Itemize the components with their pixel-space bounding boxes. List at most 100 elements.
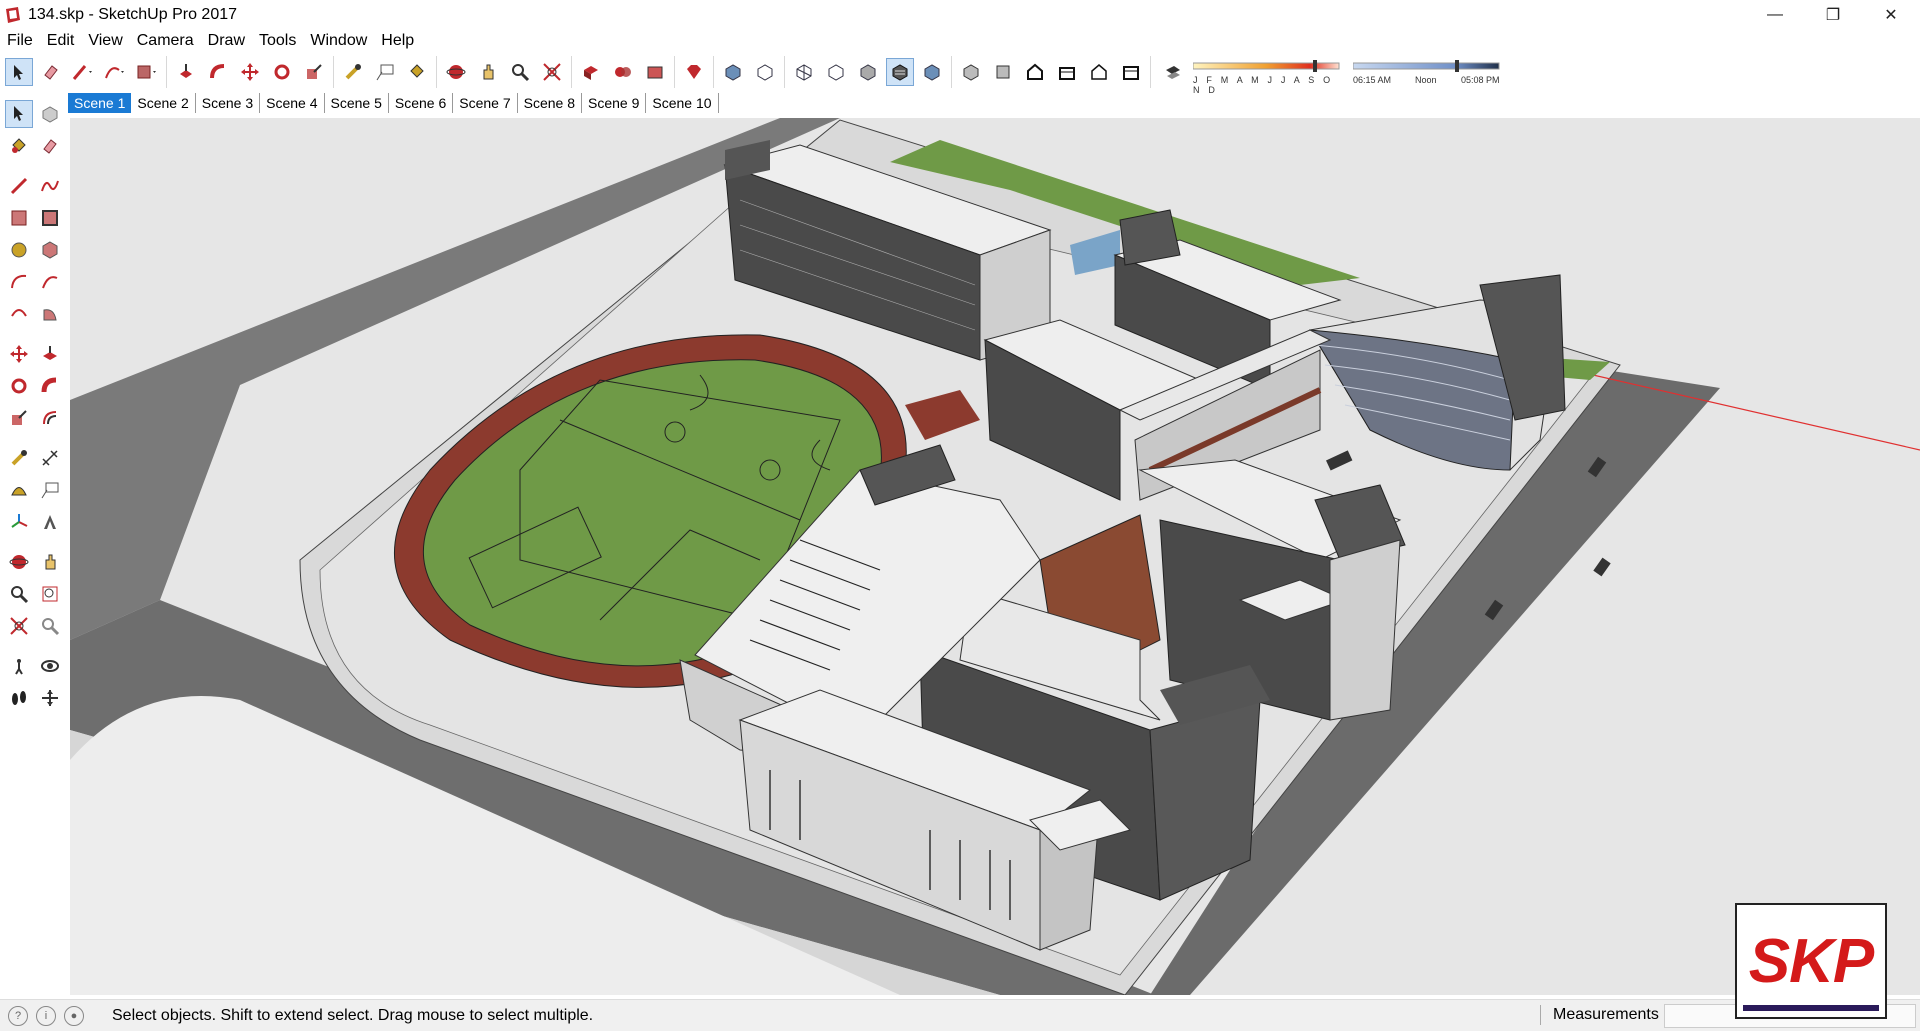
xray-style-icon[interactable] <box>719 58 747 86</box>
main-toolbar: J F M A M J J A S O N D 06:15 AM Noon 05… <box>0 54 1920 95</box>
shadows-toggle-icon[interactable] <box>1159 58 1187 86</box>
zoom-window-icon[interactable] <box>36 580 64 608</box>
pan-icon[interactable] <box>36 548 64 576</box>
restore-button[interactable]: ❐ <box>1804 0 1862 30</box>
line-icon[interactable] <box>5 172 33 200</box>
rectangle-tool-icon[interactable] <box>133 58 161 86</box>
section-plane-icon[interactable] <box>36 684 64 712</box>
freehand-icon[interactable] <box>36 172 64 200</box>
follow-me-icon[interactable] <box>36 372 64 400</box>
pie-icon[interactable] <box>36 300 64 328</box>
ruby-icon[interactable] <box>680 58 708 86</box>
select-tool-icon[interactable] <box>5 58 33 86</box>
look-around-icon[interactable] <box>36 652 64 680</box>
paint-bucket-icon[interactable] <box>5 132 33 160</box>
tab-scene-2[interactable]: Scene 2 <box>131 93 196 113</box>
components-icon[interactable] <box>609 58 637 86</box>
tab-scene-5[interactable]: Scene 5 <box>325 93 389 113</box>
protractor-icon[interactable] <box>5 476 33 504</box>
tab-scene-3[interactable]: Scene 3 <box>196 93 261 113</box>
wireframe-style-icon[interactable] <box>790 58 818 86</box>
follow-me-tool-icon[interactable] <box>204 58 232 86</box>
time-start-label: 06:15 AM <box>1353 75 1392 85</box>
zoom-extents-icon[interactable] <box>5 612 33 640</box>
move-icon[interactable] <box>5 340 33 368</box>
hidden-line-style-icon[interactable] <box>822 58 850 86</box>
arc-tool-icon[interactable] <box>101 58 129 86</box>
orbit-icon[interactable] <box>5 548 33 576</box>
select-tool-icon[interactable] <box>5 100 33 128</box>
tab-scene-9[interactable]: Scene 9 <box>582 93 647 113</box>
credits-icon[interactable]: i <box>36 1005 56 1026</box>
rotate-tool-icon[interactable] <box>268 58 296 86</box>
scale-tool-icon[interactable] <box>300 58 328 86</box>
polygon-icon[interactable] <box>36 236 64 264</box>
three-point-arc-icon[interactable] <box>5 300 33 328</box>
offset-icon[interactable] <box>36 404 64 432</box>
position-camera-icon[interactable] <box>5 652 33 680</box>
rectangle-icon[interactable] <box>5 204 33 232</box>
move-tool-icon[interactable] <box>236 58 264 86</box>
front-view-icon[interactable] <box>1021 58 1049 86</box>
back-view-icon[interactable] <box>1085 58 1113 86</box>
rotate-icon[interactable] <box>5 372 33 400</box>
tab-scene-10[interactable]: Scene 10 <box>646 93 719 113</box>
tab-scene-1[interactable]: Scene 1 <box>68 93 132 113</box>
menu-window[interactable]: Window <box>303 32 374 50</box>
eraser-tool-icon[interactable] <box>37 58 65 86</box>
model-viewport[interactable] <box>70 118 1920 995</box>
top-view-icon[interactable] <box>989 58 1017 86</box>
zoom-extents-tool-icon[interactable] <box>538 58 566 86</box>
minimize-button[interactable]: — <box>1746 0 1804 30</box>
tab-scene-4[interactable]: Scene 4 <box>260 93 325 113</box>
shadow-date-slider[interactable]: J F M A M J J A S O N D <box>1193 57 1343 95</box>
menu-file[interactable]: File <box>0 32 40 50</box>
shadow-time-slider[interactable]: 06:15 AM Noon 05:08 PM <box>1353 57 1503 87</box>
zoom-icon[interactable] <box>5 580 33 608</box>
zoom-tool-icon[interactable] <box>506 58 534 86</box>
extension-warehouse-icon[interactable] <box>641 58 669 86</box>
pan-tool-icon[interactable] <box>474 58 502 86</box>
rotated-rectangle-icon[interactable] <box>36 204 64 232</box>
paint-bucket-tool-icon[interactable] <box>403 58 431 86</box>
previous-view-icon[interactable] <box>36 612 64 640</box>
iso-view-icon[interactable] <box>957 58 985 86</box>
arc-icon[interactable] <box>5 268 33 296</box>
tab-scene-6[interactable]: Scene 6 <box>389 93 454 113</box>
dimension-icon[interactable] <box>36 444 64 472</box>
tab-scene-7[interactable]: Scene 7 <box>453 93 518 113</box>
text-icon[interactable] <box>36 476 64 504</box>
line-tool-icon[interactable] <box>69 58 97 86</box>
menu-help[interactable]: Help <box>374 32 421 50</box>
right-view-icon[interactable] <box>1053 58 1081 86</box>
push-pull-icon[interactable] <box>36 340 64 368</box>
push-pull-tool-icon[interactable] <box>172 58 200 86</box>
make-component-icon[interactable] <box>36 100 64 128</box>
menu-tools[interactable]: Tools <box>252 32 303 50</box>
tape-measure-tool-icon[interactable] <box>339 58 367 86</box>
shaded-style-icon[interactable] <box>854 58 882 86</box>
circle-icon[interactable] <box>5 236 33 264</box>
tab-scene-8[interactable]: Scene 8 <box>518 93 582 113</box>
eraser-icon[interactable] <box>36 132 64 160</box>
left-view-icon[interactable] <box>1117 58 1145 86</box>
backedges-style-icon[interactable] <box>751 58 779 86</box>
axes-icon[interactable] <box>5 508 33 536</box>
two-point-arc-icon[interactable] <box>36 268 64 296</box>
menu-edit[interactable]: Edit <box>40 32 82 50</box>
orbit-tool-icon[interactable] <box>442 58 470 86</box>
menu-view[interactable]: View <box>81 32 129 50</box>
3d-text-icon[interactable] <box>36 508 64 536</box>
menu-draw[interactable]: Draw <box>201 32 252 50</box>
tape-measure-icon[interactable] <box>5 444 33 472</box>
shaded-textures-style-icon[interactable] <box>886 58 914 86</box>
walk-icon[interactable] <box>5 684 33 712</box>
geo-location-icon[interactable]: ? <box>8 1005 28 1026</box>
close-button[interactable]: ✕ <box>1862 0 1920 30</box>
monochrome-style-icon[interactable] <box>918 58 946 86</box>
warehouse-icon[interactable] <box>577 58 605 86</box>
scale-icon[interactable] <box>5 404 33 432</box>
text-tool-icon[interactable] <box>371 58 399 86</box>
menu-camera[interactable]: Camera <box>130 32 201 50</box>
user-account-icon[interactable]: ● <box>64 1005 84 1026</box>
